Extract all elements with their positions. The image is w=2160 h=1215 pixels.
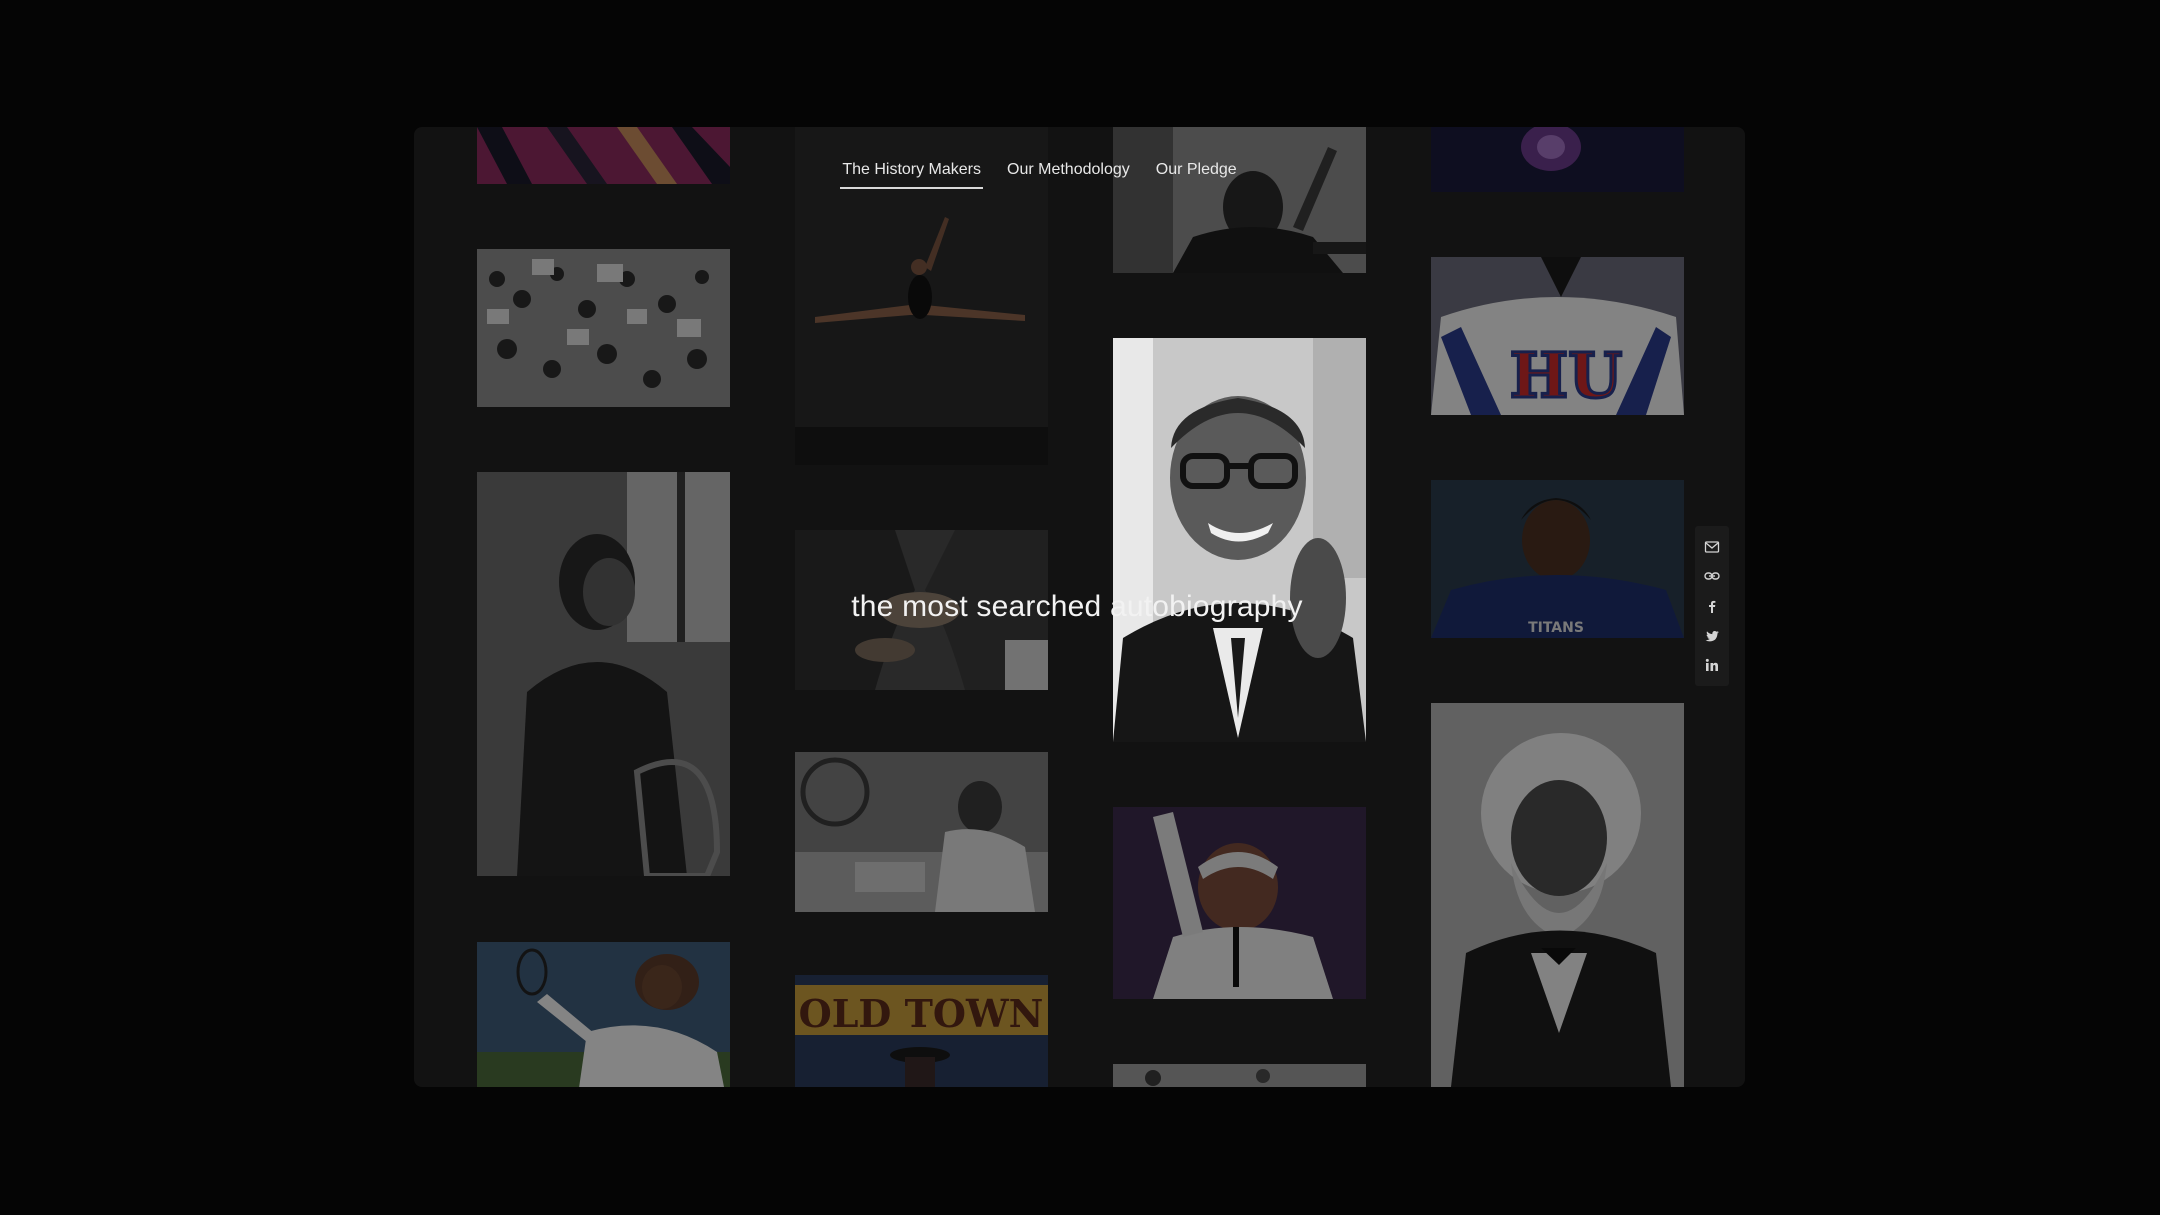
top-nav: The History Makers Our Methodology Our P…	[414, 153, 1745, 189]
headline: the most searched autobiography	[851, 590, 1303, 623]
photo-tennis-player[interactable]	[477, 942, 730, 1087]
jersey-text: HU	[1510, 339, 1623, 412]
mail-icon[interactable]	[1701, 536, 1723, 558]
photo-bottom-partial[interactable]	[1113, 1064, 1366, 1087]
share-bar	[1695, 526, 1729, 686]
photo-band-member[interactable]: HU	[1431, 257, 1684, 415]
photo-speaker-pointing[interactable]	[1113, 127, 1366, 273]
nav-history-makers[interactable]: The History Makers	[840, 153, 983, 189]
link-icon[interactable]	[1701, 565, 1723, 587]
photo-march-crowd[interactable]	[477, 249, 730, 407]
linkedin-icon[interactable]	[1701, 654, 1723, 676]
photo-woman-at-desk[interactable]	[795, 752, 1048, 912]
photo-old-town-sign[interactable]: OLD TOWN	[795, 975, 1048, 1087]
facebook-icon[interactable]	[1701, 595, 1723, 617]
photo-singer-celebrating[interactable]	[1113, 807, 1366, 999]
photo-bearded-elder-portrait[interactable]	[1431, 703, 1684, 1087]
sign-text: OLD TOWN	[799, 991, 1044, 1036]
twitter-icon[interactable]	[1701, 625, 1723, 647]
gallery-frame: The History Makers Our Methodology Our P…	[414, 127, 1745, 1087]
photo-man-with-glasses[interactable]	[1113, 338, 1366, 742]
nav-pledge[interactable]: Our Pledge	[1154, 153, 1239, 189]
nav-methodology[interactable]: Our Methodology	[1005, 153, 1132, 189]
photo-woman-on-bus[interactable]	[477, 472, 730, 876]
